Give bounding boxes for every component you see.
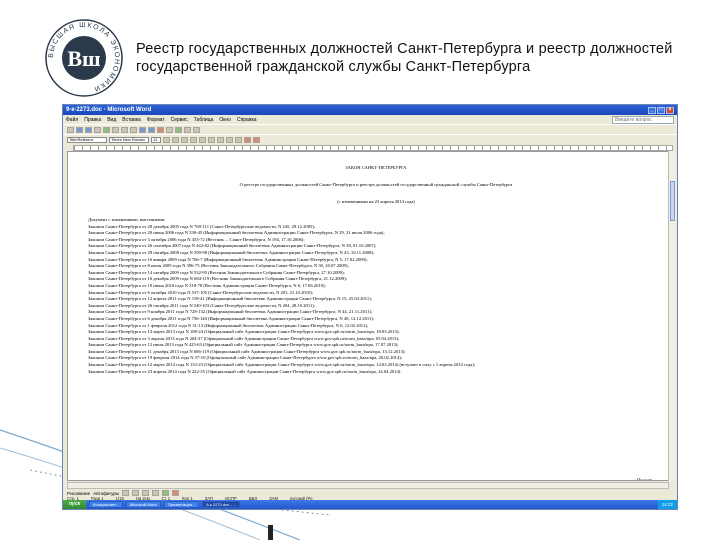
undo-icon[interactable] <box>139 126 146 133</box>
amendment-row: Законом Санкт-Петербурга от 9 ноября 201… <box>88 309 373 315</box>
word-titlebar: 9-к-2273.doc - Microsoft Word _ □ × <box>63 105 677 115</box>
menu-item[interactable]: Правка <box>84 117 101 123</box>
scroll-thumb[interactable] <box>670 181 675 221</box>
amendment-row: Законом Санкт-Петербурга от 12 июля 2013… <box>88 342 399 348</box>
amendment-row: Законом Санкт-Петербурга от 28 декабря 2… <box>88 223 316 229</box>
amendment-row: Законом Санкт-Петербурга от 23 апреля 20… <box>88 368 402 374</box>
amendment-row: Законом Санкт-Петербурга от 10 июня 2010… <box>88 282 326 288</box>
menu-item[interactable]: Таблица <box>194 117 214 123</box>
taskbar-item[interactable]: 9-к-2273.doc - ... <box>202 501 241 508</box>
numbering-icon[interactable] <box>226 136 233 143</box>
menu-item[interactable]: Формат <box>147 117 165 123</box>
amendment-row: Законом Санкт-Петербурга от 11 декабря 2… <box>88 348 406 354</box>
amendments-intro: Документ с изменениями, внесенными: <box>88 217 166 222</box>
bold-icon[interactable] <box>163 136 170 143</box>
word-window-title: 9-к-2273.doc - Microsoft Word <box>66 107 152 113</box>
redo-icon[interactable] <box>148 126 155 133</box>
slide-title-line-1: Реестр государственных должностей Санкт-… <box>136 41 673 57</box>
standard-toolbar <box>63 124 677 134</box>
table-icon[interactable] <box>157 126 164 133</box>
doc-edition: (с изменениями на 23 апреля 2014 года) <box>337 199 415 204</box>
slide-marker <box>268 525 273 540</box>
amendment-row: Законом Санкт-Петербурга от 8 июля 2009 … <box>88 263 349 269</box>
vertical-scrollbar[interactable] <box>668 151 676 481</box>
windows-taskbar: пуск Консультант... Microsoft Word Презент… <box>63 500 677 509</box>
document-area[interactable]: ЗАКОН САНКТ-ПЕТЕРБУРГА О реестре государ… <box>67 151 669 481</box>
amendment-row: Законом Санкт-Петербурга от 13 марта 201… <box>88 329 400 335</box>
hse-logo: ВЫСШАЯ ШКОЛА ЭКОНОМИКИ Вш <box>44 18 124 98</box>
copy-icon[interactable] <box>121 126 128 133</box>
close-icon[interactable]: × <box>666 106 674 114</box>
amendments-list: Документ с изменениями, внесенными: Зако… <box>88 217 664 375</box>
underline-icon[interactable] <box>181 136 188 143</box>
align-right-icon[interactable] <box>208 136 215 143</box>
ask-question-box[interactable]: Введите вопрос <box>612 115 674 124</box>
logo-monogram: Вш <box>67 46 100 71</box>
autoshapes-menu[interactable]: Автофигуры <box>93 491 119 496</box>
amendment-row: Законом Санкт-Петербурга от 29 октября 2… <box>88 249 375 255</box>
menu-item[interactable]: Вид <box>107 117 116 123</box>
amendment-row: Законом Санкт-Петербурга от 3 апреля 201… <box>88 335 400 341</box>
slide-title: Реестр государственных должностей Санкт-… <box>136 40 696 76</box>
print-icon[interactable] <box>94 126 101 133</box>
taskbar-clock: 14:22 <box>657 500 677 509</box>
save-icon[interactable] <box>85 126 92 133</box>
font-color-icon[interactable] <box>253 136 260 143</box>
taskbar-item[interactable]: Презентация... <box>163 501 200 508</box>
start-button[interactable]: пуск <box>63 500 87 509</box>
amendment-row: Законом Санкт-Петербурга от 6 декабря 20… <box>88 315 375 321</box>
new-doc-icon[interactable] <box>67 126 74 133</box>
cut-icon[interactable] <box>112 126 119 133</box>
paste-icon[interactable] <box>130 126 137 133</box>
font-select[interactable]: Times New Roman <box>109 136 149 143</box>
doc-signature: ПринятЗаконодательнымСобранием Санкт-Пет… <box>591 478 652 480</box>
draw-menu[interactable]: Рисование <box>67 491 90 496</box>
amendment-row: Законом Санкт-Петербурга от 12 апреля 20… <box>88 296 372 302</box>
formatting-toolbar: Title/Referent Times New Roman 12 <box>63 134 677 144</box>
italic-icon[interactable] <box>172 136 179 143</box>
menu-item[interactable]: Файл <box>66 117 78 123</box>
align-center-icon[interactable] <box>199 136 206 143</box>
size-select[interactable]: 12 <box>151 136 161 143</box>
word-window-screenshot: 9-к-2273.doc - Microsoft Word _ □ × Файл… <box>62 104 678 510</box>
amendment-row: Законом Санкт-Петербурга от 1 февраля 20… <box>88 322 369 328</box>
slide-title-line-2: государственной гражданской службы Санкт… <box>136 59 531 75</box>
taskbar-item[interactable]: Консультант... <box>89 501 123 508</box>
horizontal-scrollbar[interactable] <box>67 482 669 489</box>
menu-item[interactable]: Окно <box>219 117 231 123</box>
justify-icon[interactable] <box>217 136 224 143</box>
taskbar-item[interactable]: Microsoft Word <box>125 501 161 508</box>
spellcheck-icon[interactable] <box>103 126 110 133</box>
drawing-icon[interactable] <box>175 126 182 133</box>
menu-item[interactable]: Вставка <box>122 117 141 123</box>
doc-heading: ЗАКОН САНКТ-ПЕТЕРБУРГА <box>345 165 407 170</box>
open-icon[interactable] <box>76 126 83 133</box>
amendment-row: Законом Санкт-Петербурга от 16 января 20… <box>88 256 368 262</box>
amendment-row: Законом Санкт-Петербурга от 14 октября 2… <box>88 269 345 275</box>
amendment-row: Законом Санкт-Петербурга от 20 июня 2006… <box>88 230 385 236</box>
word-menubar: Файл Правка Вид Вставка Формат Сервис Таблица О… <box>63 115 677 124</box>
amendment-row: Законом Санкт-Петербурга от 6 октября 20… <box>88 289 314 295</box>
align-left-icon[interactable] <box>190 136 197 143</box>
doc-subtitle: О реестре государственных должностей Сан… <box>239 182 513 187</box>
help-icon[interactable] <box>193 126 200 133</box>
amendment-row: Законом Санкт-Петербурга от 12 марта 201… <box>88 362 476 368</box>
menu-item[interactable]: Справка <box>237 117 257 123</box>
bullets-icon[interactable] <box>235 136 242 143</box>
style-select[interactable]: Title/Referent <box>67 136 107 143</box>
amendment-row: Законом Санкт-Петербурга от 26 сентября … <box>88 243 377 249</box>
document-page: ЗАКОН САНКТ-ПЕТЕРБУРГА О реестре государ… <box>88 156 664 480</box>
amendment-row: Законом Санкт-Петербурга от 3 октября 20… <box>88 236 305 242</box>
maximize-icon[interactable]: □ <box>657 106 665 114</box>
signature-line: Принят <box>591 478 652 480</box>
amendment-row: Законом Санкт-Петербурга от 19 февраля 2… <box>88 355 403 361</box>
minimize-icon[interactable]: _ <box>648 106 656 114</box>
amendment-row: Законом Санкт-Петербурга от 16 декабря 2… <box>88 276 347 282</box>
highlight-icon[interactable] <box>244 136 251 143</box>
amendment-row: Законом Санкт-Петербурга от 26 октября 2… <box>88 302 316 308</box>
columns-icon[interactable] <box>166 126 173 133</box>
menu-item[interactable]: Сервис <box>171 117 188 123</box>
zoom-icon[interactable] <box>184 126 191 133</box>
